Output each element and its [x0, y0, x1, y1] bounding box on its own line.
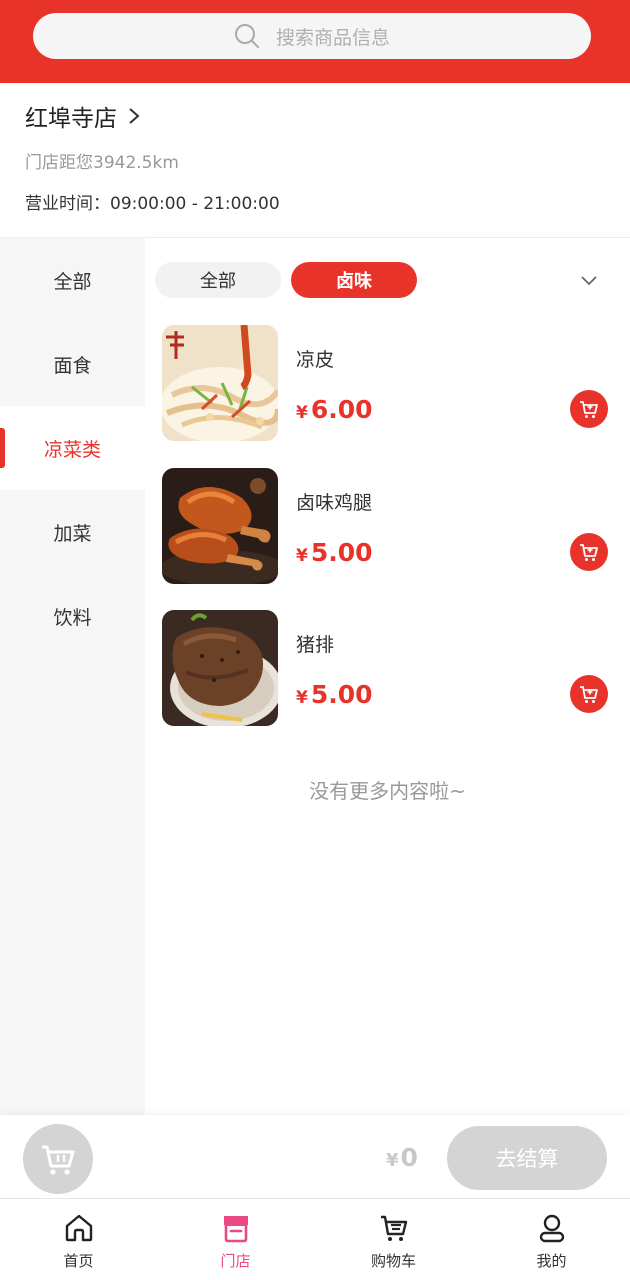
product-item[interactable]: 凉皮 ¥6.00: [162, 325, 612, 443]
product-price: ¥5.00: [296, 680, 373, 709]
currency-symbol: ¥: [296, 403, 308, 423]
cart-button[interactable]: [23, 1124, 93, 1194]
cart-icon: [380, 1215, 407, 1241]
cart-total: ¥0: [386, 1143, 418, 1172]
sidebar-item-label: 全部: [53, 270, 92, 293]
tab-mine[interactable]: 我的: [473, 1199, 630, 1280]
price-value: 6.00: [310, 395, 373, 424]
sidebar-item-all[interactable]: 全部: [0, 238, 145, 322]
sidebar-item-label: 加菜: [53, 522, 92, 545]
price-value: 5.00: [310, 538, 373, 567]
subtab-braised[interactable]: 卤味: [291, 262, 417, 298]
tab-store[interactable]: 门店: [157, 1199, 314, 1280]
store-info: 红埠寺店 门店距您3942.5km 营业时间：09:00:00 - 21:00:…: [0, 83, 630, 238]
store-name-link[interactable]: 红埠寺店: [25, 99, 141, 133]
cart-icon: [580, 401, 598, 418]
chevron-down-icon[interactable]: [580, 273, 598, 287]
product-price: ¥5.00: [296, 538, 373, 567]
sidebar-item-noodles[interactable]: 面食: [0, 322, 145, 406]
cart-icon: [580, 686, 598, 703]
tab-label: 首页: [63, 1252, 94, 1270]
tab-home[interactable]: 首页: [0, 1199, 157, 1280]
product-name: 卤味鸡腿: [296, 492, 373, 514]
chevron-right-icon: [129, 108, 140, 124]
search-placeholder: 搜索商品信息: [275, 26, 390, 49]
price-value: 5.00: [310, 680, 373, 709]
product-item[interactable]: 卤味鸡腿 ¥5.00: [162, 468, 612, 586]
sidebar-item-label: 凉菜类: [43, 438, 101, 461]
checkout-button[interactable]: 去结算: [447, 1126, 607, 1190]
bottom-tab-bar: 首页 门店 购物车 我的: [0, 1198, 630, 1280]
list-end-text: 没有更多内容啦~: [309, 779, 466, 803]
checkout-bar: ¥0 去结算: [0, 1115, 630, 1198]
product-price: ¥6.00: [296, 395, 373, 424]
tab-label: 购物车: [370, 1252, 416, 1270]
store-icon: [223, 1216, 248, 1243]
top-bar: 搜索商品信息: [0, 0, 630, 83]
add-to-cart-button[interactable]: [570, 533, 608, 571]
store-name: 红埠寺店: [25, 106, 117, 132]
tab-label: 我的: [536, 1252, 567, 1270]
cart-icon: [42, 1145, 75, 1175]
currency-symbol: ¥: [296, 546, 308, 566]
product-item[interactable]: 猪排 ¥5.00: [162, 610, 612, 728]
tab-label: 门店: [220, 1252, 251, 1270]
tab-cart[interactable]: 购物车: [315, 1199, 472, 1280]
category-sidebar: 全部 面食 凉菜类 加菜 饮料: [0, 238, 145, 1115]
sidebar-item-drinks[interactable]: 饮料: [0, 574, 145, 658]
cart-icon: [580, 544, 598, 561]
sidebar-item-label: 饮料: [53, 606, 92, 629]
home-icon: [65, 1214, 92, 1242]
product-name: 猪排: [296, 634, 335, 656]
add-to-cart-button[interactable]: [570, 390, 608, 428]
product-image-pork-chop: [162, 610, 278, 726]
currency-symbol: ¥: [386, 1150, 399, 1171]
store-distance: 门店距您3942.5km: [25, 153, 179, 173]
product-image-chicken-leg: [162, 468, 278, 584]
store-hours: 营业时间：09:00:00 - 21:00:00: [25, 194, 280, 214]
user-icon: [539, 1214, 564, 1243]
sidebar-item-label: 面食: [53, 354, 92, 377]
product-name: 凉皮: [296, 349, 335, 371]
search-input[interactable]: 搜索商品信息: [33, 13, 591, 59]
search-icon: [234, 24, 259, 48]
sidebar-item-extra-dishes[interactable]: 加菜: [0, 490, 145, 574]
add-to-cart-button[interactable]: [570, 675, 608, 713]
sidebar-item-cold-dishes[interactable]: 凉菜类: [0, 406, 145, 490]
subtab-all[interactable]: 全部: [155, 262, 281, 298]
currency-symbol: ¥: [296, 688, 308, 708]
total-value: 0: [400, 1143, 418, 1172]
product-image-liangpi: [162, 325, 278, 441]
